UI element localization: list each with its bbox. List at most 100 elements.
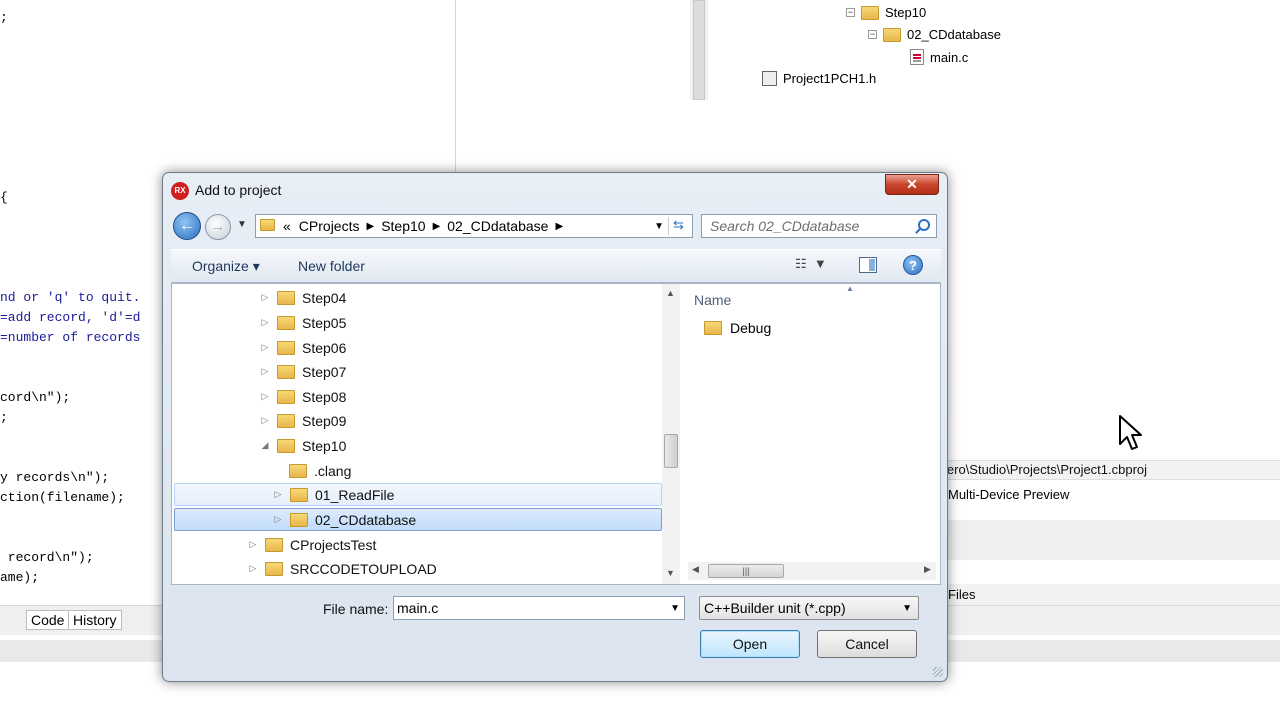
expand-icon[interactable]: ▷: [260, 391, 270, 402]
breadcrumb-overflow[interactable]: «: [279, 218, 295, 234]
scroll-down-icon[interactable]: ▼: [666, 568, 675, 578]
project-tree-node[interactable]: − 02_CDdatabase: [868, 27, 1001, 42]
address-dropdown-icon[interactable]: ▼: [654, 221, 664, 232]
expand-icon[interactable]: ▷: [260, 415, 270, 426]
file-pane-hscrollbar[interactable]: ◀ ||| ▶: [688, 562, 936, 580]
scroll-thumb[interactable]: [664, 434, 678, 468]
breadcrumb-separator-icon[interactable]: ▶: [430, 221, 444, 232]
tree-label: 02_CDdatabase: [907, 27, 1001, 42]
breadcrumb-item[interactable]: CProjects: [295, 218, 364, 234]
back-arrow-icon[interactable]: ←: [173, 212, 201, 240]
file-name-dropdown-icon[interactable]: ▼: [670, 603, 680, 614]
help-icon[interactable]: ?: [903, 255, 923, 275]
scroll-thumb[interactable]: |||: [708, 564, 784, 578]
nav-item-srccodetoupload[interactable]: ▷ SRCCODETOUPLOAD: [248, 557, 437, 580]
project-tree-node[interactable]: main.c: [910, 49, 968, 65]
tree-label: Step10: [885, 5, 927, 20]
collapse-icon[interactable]: −: [846, 8, 855, 17]
collapse-icon[interactable]: −: [868, 30, 877, 39]
expand-icon[interactable]: ▷: [260, 366, 270, 377]
code-line: =add record, 'd'=d: [0, 310, 141, 325]
file-type-select[interactable]: C++Builder unit (*.cpp) ▼: [699, 596, 919, 620]
cancel-button[interactable]: Cancel: [817, 630, 917, 658]
file-name-input[interactable]: main.c ▼: [393, 596, 685, 620]
folder-icon: [277, 315, 295, 330]
chevron-down-icon[interactable]: ▼: [902, 603, 912, 614]
project-tree-node[interactable]: Project1PCH1.h: [762, 71, 876, 86]
file-list-pane[interactable]: ▲ Name Debug ◀ ||| ▶: [684, 284, 940, 584]
new-folder-button[interactable]: New folder: [298, 258, 365, 274]
address-bar[interactable]: « CProjects ▶ Step10 ▶ 02_CDdatabase ▶ ▼…: [255, 214, 693, 238]
nav-item-cprojectstest[interactable]: ▷ CProjectsTest: [248, 533, 377, 556]
expand-icon[interactable]: ▷: [260, 342, 270, 353]
tree-label: main.c: [930, 49, 969, 65]
folder-icon: [289, 463, 307, 478]
expand-icon[interactable]: ▷: [273, 514, 283, 525]
editor-scrollbar[interactable]: [690, 0, 708, 100]
expand-icon[interactable]: ▷: [260, 292, 270, 303]
nav-item-step08[interactable]: ▷ Step08: [260, 385, 347, 408]
search-input[interactable]: Search 02_CDdatabase: [701, 214, 937, 238]
folder-icon: [861, 5, 879, 20]
nav-item-step10[interactable]: ◢ Step10: [260, 434, 347, 457]
code-line: cord\n");: [0, 390, 71, 405]
breadcrumb-separator-icon[interactable]: ▶: [363, 221, 377, 232]
nav-item-step07[interactable]: ▷ Step07: [260, 360, 347, 383]
panel-background: [940, 520, 1280, 560]
breadcrumb-item[interactable]: Step10: [377, 218, 429, 234]
tree-label: Project1PCH1.h: [783, 71, 877, 86]
nav-item-label: SRCCODETOUPLOAD: [290, 560, 437, 577]
nav-item-01-readfile[interactable]: ▷ 01_ReadFile: [174, 483, 662, 506]
expand-icon[interactable]: ▷: [260, 317, 270, 328]
forward-arrow-icon[interactable]: →: [205, 214, 231, 240]
scroll-up-icon[interactable]: ▲: [666, 288, 675, 298]
navigation-pane[interactable]: ▷ Step04 ▷ Step05 ▷ Step06 ▷ Step07 ▷ St…: [172, 284, 682, 584]
nav-item-label: CProjectsTest: [290, 536, 377, 553]
preview-pane-icon[interactable]: [859, 257, 877, 273]
nav-item-step09[interactable]: ▷ Step09: [260, 409, 347, 432]
nav-item-clang[interactable]: .clang: [272, 459, 351, 482]
nav-item-step04[interactable]: ▷ Step04: [260, 286, 347, 309]
folder-icon: [256, 218, 279, 234]
tab-multi-device-preview[interactable]: Multi-Device Preview: [940, 484, 1280, 506]
close-button[interactable]: ✕: [885, 174, 939, 195]
code-line: nd or 'q' to quit.: [0, 290, 141, 305]
search-icon[interactable]: [918, 219, 930, 231]
nav-pane-scrollbar[interactable]: ▲ ▼: [662, 284, 680, 584]
refresh-icon[interactable]: ⇆: [668, 217, 688, 235]
nav-item-step05[interactable]: ▷ Step05: [260, 311, 347, 334]
scroll-right-icon[interactable]: ▶: [924, 564, 931, 575]
expand-icon[interactable]: ▷: [248, 563, 258, 574]
files-panel-header[interactable]: Files: [940, 584, 1280, 606]
tab-code[interactable]: Code: [26, 610, 70, 630]
name-column-header[interactable]: Name: [694, 292, 731, 308]
expand-icon[interactable]: ▷: [273, 489, 283, 500]
c-file-icon: [910, 49, 924, 65]
breadcrumb-separator-icon[interactable]: ▶: [552, 221, 566, 232]
breadcrumb-item[interactable]: 02_CDdatabase: [443, 218, 552, 234]
project-path: lero\Studio\Projects\Project1.cbproj: [940, 460, 1280, 480]
organize-button[interactable]: Organize ▾: [192, 258, 260, 275]
view-options-icon[interactable]: ☷ ▼: [795, 256, 835, 276]
mouse-cursor-icon: [1119, 415, 1142, 450]
expand-icon[interactable]: ▷: [248, 539, 258, 550]
collapse-icon[interactable]: ◢: [260, 440, 270, 451]
navigation-bar: ← → ▼ « CProjects ▶ Step10 ▶ 02_CDdataba…: [171, 211, 941, 241]
code-line: ction(filename);: [0, 490, 125, 505]
file-list-item[interactable]: Debug: [704, 320, 771, 336]
nav-item-step06[interactable]: ▷ Step06: [260, 336, 347, 359]
dialog-content: ▷ Step04 ▷ Step05 ▷ Step06 ▷ Step07 ▷ St…: [171, 283, 941, 585]
recent-locations-dropdown[interactable]: ▼: [237, 219, 247, 230]
resize-grip-icon[interactable]: [933, 667, 943, 677]
nav-item-label: Step09: [302, 412, 347, 429]
search-placeholder: Search 02_CDdatabase: [710, 218, 860, 234]
scroll-thumb[interactable]: [693, 0, 705, 100]
file-type-value: C++Builder unit (*.cpp): [704, 600, 846, 616]
project-tree-node[interactable]: − Step10: [846, 5, 926, 20]
scroll-left-icon[interactable]: ◀: [692, 564, 699, 575]
open-button[interactable]: Open: [700, 630, 800, 658]
dialog-titlebar[interactable]: RX Add to project ✕: [163, 173, 947, 207]
nav-item-02-cddatabase[interactable]: ▷ 02_CDdatabase: [174, 508, 662, 531]
tab-history[interactable]: History: [68, 610, 122, 630]
folder-icon: [277, 413, 295, 428]
